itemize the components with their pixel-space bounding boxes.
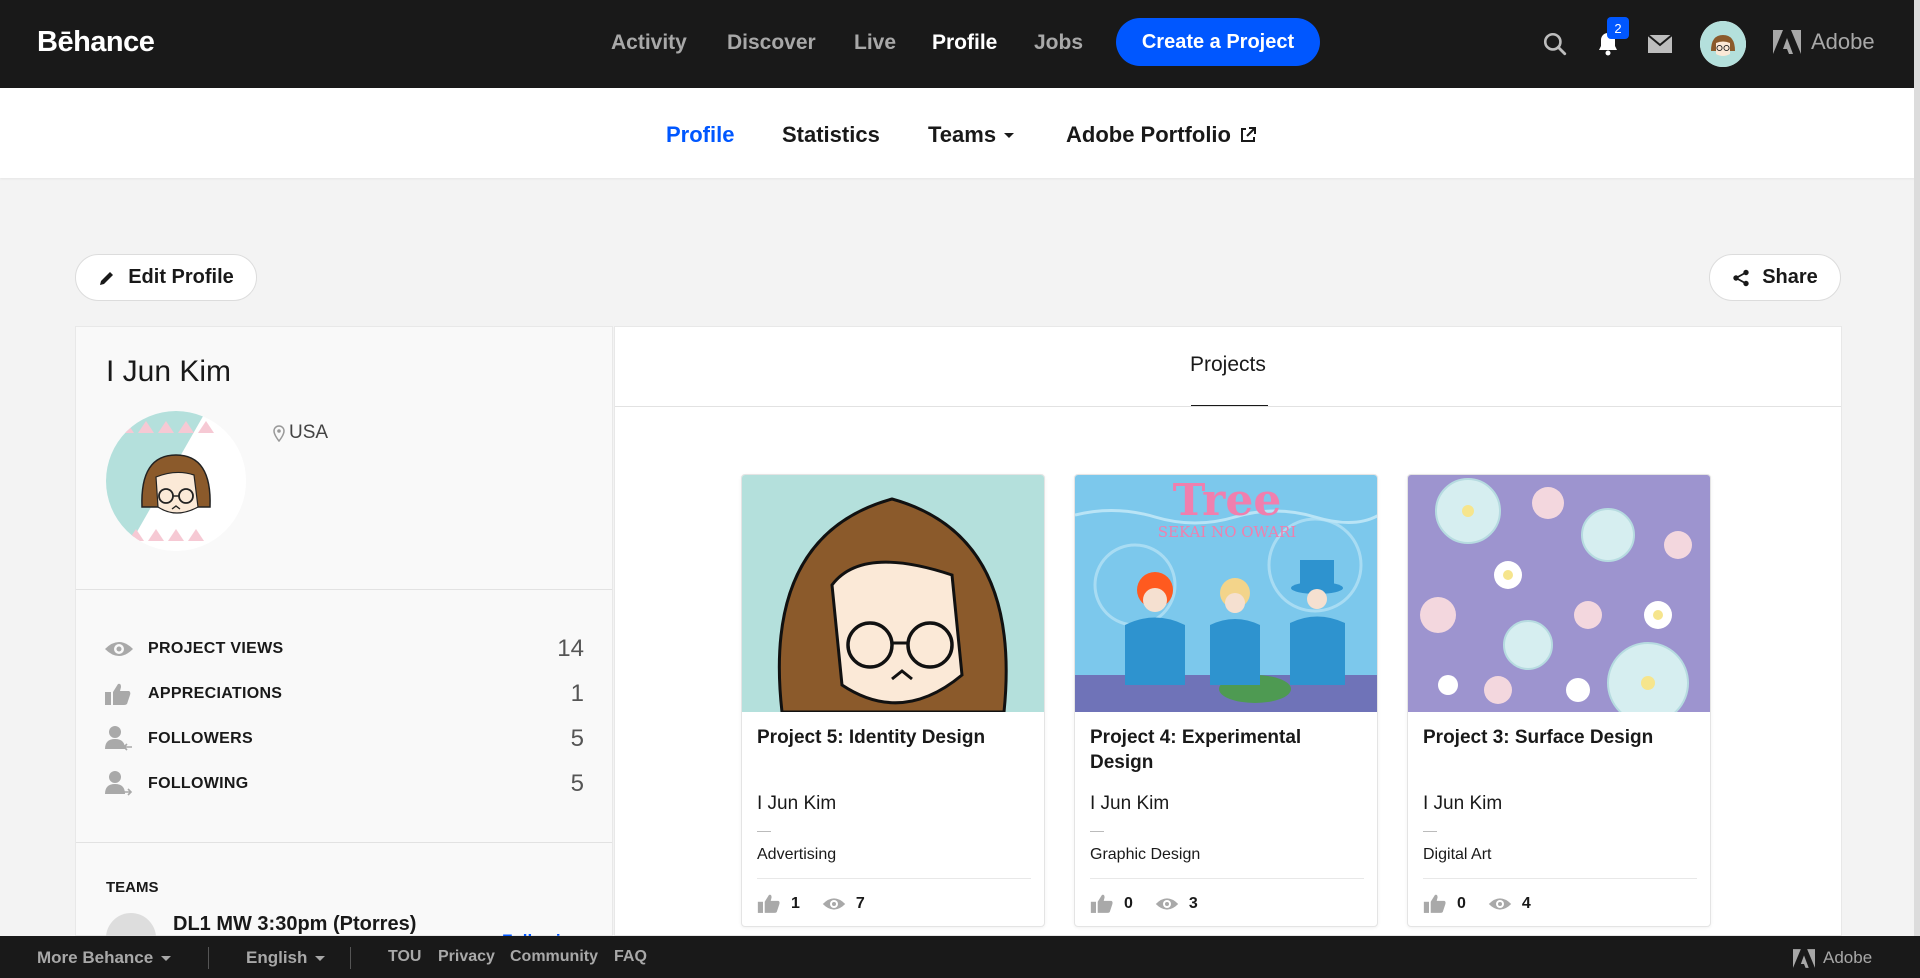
main-nav: Activity Discover Live Profile Jobs bbox=[0, 31, 1920, 61]
nav-live[interactable]: Live bbox=[854, 31, 896, 55]
nav-discover[interactable]: Discover bbox=[727, 31, 816, 55]
divider bbox=[208, 947, 209, 969]
stat-appreciations: APPRECIATIONS 1 bbox=[104, 679, 584, 709]
thumbs-up-icon bbox=[1090, 894, 1113, 913]
view-count: 3 bbox=[1188, 894, 1198, 912]
share-icon bbox=[1733, 269, 1749, 286]
thumbs-up-icon bbox=[104, 680, 136, 708]
view-count: 4 bbox=[1521, 894, 1531, 912]
project-title[interactable]: Project 5: Identity Design bbox=[757, 725, 1027, 750]
external-link-icon bbox=[1240, 127, 1256, 142]
divider bbox=[1090, 878, 1364, 879]
user-avatar[interactable] bbox=[1700, 21, 1746, 67]
divider bbox=[76, 589, 612, 590]
profile-subnav: Profile Statistics Teams Adobe Portfolio bbox=[0, 88, 1920, 178]
view-count: 7 bbox=[855, 894, 865, 912]
page-scrollbar[interactable] bbox=[1914, 0, 1920, 936]
adobe-logo-icon bbox=[1793, 948, 1815, 968]
eye-icon bbox=[1155, 897, 1179, 910]
teams-heading: TEAMS bbox=[106, 879, 159, 896]
divider bbox=[1090, 831, 1104, 832]
project-card[interactable]: Tree SEKAI NO OWARI Project 4: Experimen… bbox=[1074, 474, 1378, 927]
project-owner[interactable]: I Jun Kim bbox=[757, 793, 836, 815]
thumbnail-subtitle: SEKAI NO OWARI bbox=[1158, 523, 1297, 541]
tab-adobe-portfolio[interactable]: Adobe Portfolio bbox=[1066, 122, 1257, 148]
create-project-button[interactable]: Create a Project bbox=[1116, 18, 1320, 66]
share-button[interactable]: Share bbox=[1709, 254, 1841, 301]
pencil-icon bbox=[100, 271, 114, 285]
notification-badge: 2 bbox=[1607, 17, 1629, 39]
divider bbox=[1423, 831, 1437, 832]
stat-followers[interactable]: FOLLOWERS 5 bbox=[104, 724, 584, 754]
project-card[interactable]: Project 3: Surface Design I Jun Kim Digi… bbox=[1407, 474, 1711, 927]
project-thumbnail[interactable]: Tree SEKAI NO OWARI bbox=[1075, 475, 1377, 712]
adobe-link[interactable]: Adobe bbox=[1773, 29, 1875, 55]
eye-icon bbox=[1488, 897, 1512, 910]
project-category[interactable]: Graphic Design bbox=[1090, 846, 1200, 864]
tab-projects[interactable]: Projects bbox=[1190, 353, 1266, 377]
adobe-logo-icon bbox=[1773, 30, 1801, 54]
nav-jobs[interactable]: Jobs bbox=[1034, 31, 1083, 55]
tab-teams[interactable]: Teams bbox=[928, 122, 1015, 148]
appreciation-count: 1 bbox=[791, 894, 800, 912]
footer-link-community[interactable]: Community bbox=[510, 948, 598, 966]
project-title[interactable]: Project 3: Surface Design bbox=[1423, 725, 1693, 750]
profile-avatar[interactable] bbox=[106, 411, 246, 551]
tab-statistics[interactable]: Statistics bbox=[782, 122, 880, 148]
thumbs-up-icon bbox=[757, 894, 780, 913]
location-pin-icon bbox=[273, 424, 285, 442]
divider bbox=[350, 947, 351, 969]
nav-activity[interactable]: Activity bbox=[611, 31, 687, 55]
profile-name: I Jun Kim bbox=[106, 355, 232, 388]
appreciation-count: 0 bbox=[1457, 894, 1466, 912]
project-title[interactable]: Project 4: Experimental Design bbox=[1090, 725, 1360, 775]
project-card[interactable]: Project 5: Identity Design I Jun Kim Adv… bbox=[741, 474, 1045, 927]
more-behance-menu[interactable]: More Behance bbox=[37, 948, 172, 968]
top-navigation-bar: Bēhance Activity Discover Live Profile J… bbox=[0, 0, 1920, 88]
divider bbox=[76, 842, 612, 843]
divider bbox=[1423, 878, 1697, 879]
project-owner[interactable]: I Jun Kim bbox=[1090, 793, 1169, 815]
project-thumbnail[interactable] bbox=[742, 475, 1044, 712]
followers-icon bbox=[104, 725, 136, 753]
stat-following[interactable]: FOLLOWING 5 bbox=[104, 769, 584, 799]
footer-adobe-link[interactable]: Adobe bbox=[1793, 948, 1872, 968]
mail-icon[interactable] bbox=[1644, 28, 1676, 60]
divider bbox=[615, 406, 1841, 407]
footer-bar: More Behance English TOU Privacy Communi… bbox=[0, 936, 1920, 978]
project-category[interactable]: Advertising bbox=[757, 846, 836, 864]
appreciation-count: 0 bbox=[1124, 894, 1133, 912]
project-stats: 0 4 bbox=[1423, 893, 1553, 914]
project-stats: 0 3 bbox=[1090, 893, 1220, 914]
eye-icon bbox=[104, 635, 136, 663]
project-category[interactable]: Digital Art bbox=[1423, 846, 1491, 864]
divider bbox=[757, 831, 771, 832]
following-icon bbox=[104, 770, 136, 798]
profile-sidebar: I Jun Kim USA PROJECT VIEWS 14 APPRECIAT… bbox=[75, 326, 613, 963]
chevron-down-icon bbox=[161, 955, 172, 961]
tab-profile[interactable]: Profile bbox=[666, 122, 734, 148]
edit-profile-button[interactable]: Edit Profile bbox=[75, 254, 257, 301]
chevron-down-icon bbox=[315, 955, 326, 961]
profile-location: USA bbox=[273, 422, 328, 444]
stat-project-views: PROJECT VIEWS 14 bbox=[104, 634, 584, 664]
language-selector[interactable]: English bbox=[246, 948, 326, 968]
eye-icon bbox=[822, 897, 846, 910]
footer-link-tou[interactable]: TOU bbox=[388, 948, 421, 966]
footer-link-privacy[interactable]: Privacy bbox=[438, 948, 495, 966]
divider bbox=[757, 878, 1031, 879]
search-icon[interactable] bbox=[1539, 28, 1571, 60]
thumbs-up-icon bbox=[1423, 894, 1446, 913]
project-thumbnail[interactable] bbox=[1408, 475, 1710, 712]
thumbnail-title: Tree bbox=[1173, 475, 1282, 526]
chevron-down-icon bbox=[1004, 132, 1015, 138]
team-name[interactable]: DL1 MW 3:30pm (Ptorres) bbox=[173, 913, 416, 936]
project-stats: 1 7 bbox=[757, 893, 887, 914]
projects-panel: Projects Project 5: Identity Design I Ju… bbox=[614, 326, 1842, 936]
nav-profile[interactable]: Profile bbox=[932, 31, 997, 55]
footer-link-faq[interactable]: FAQ bbox=[614, 948, 647, 966]
project-owner[interactable]: I Jun Kim bbox=[1423, 793, 1502, 815]
